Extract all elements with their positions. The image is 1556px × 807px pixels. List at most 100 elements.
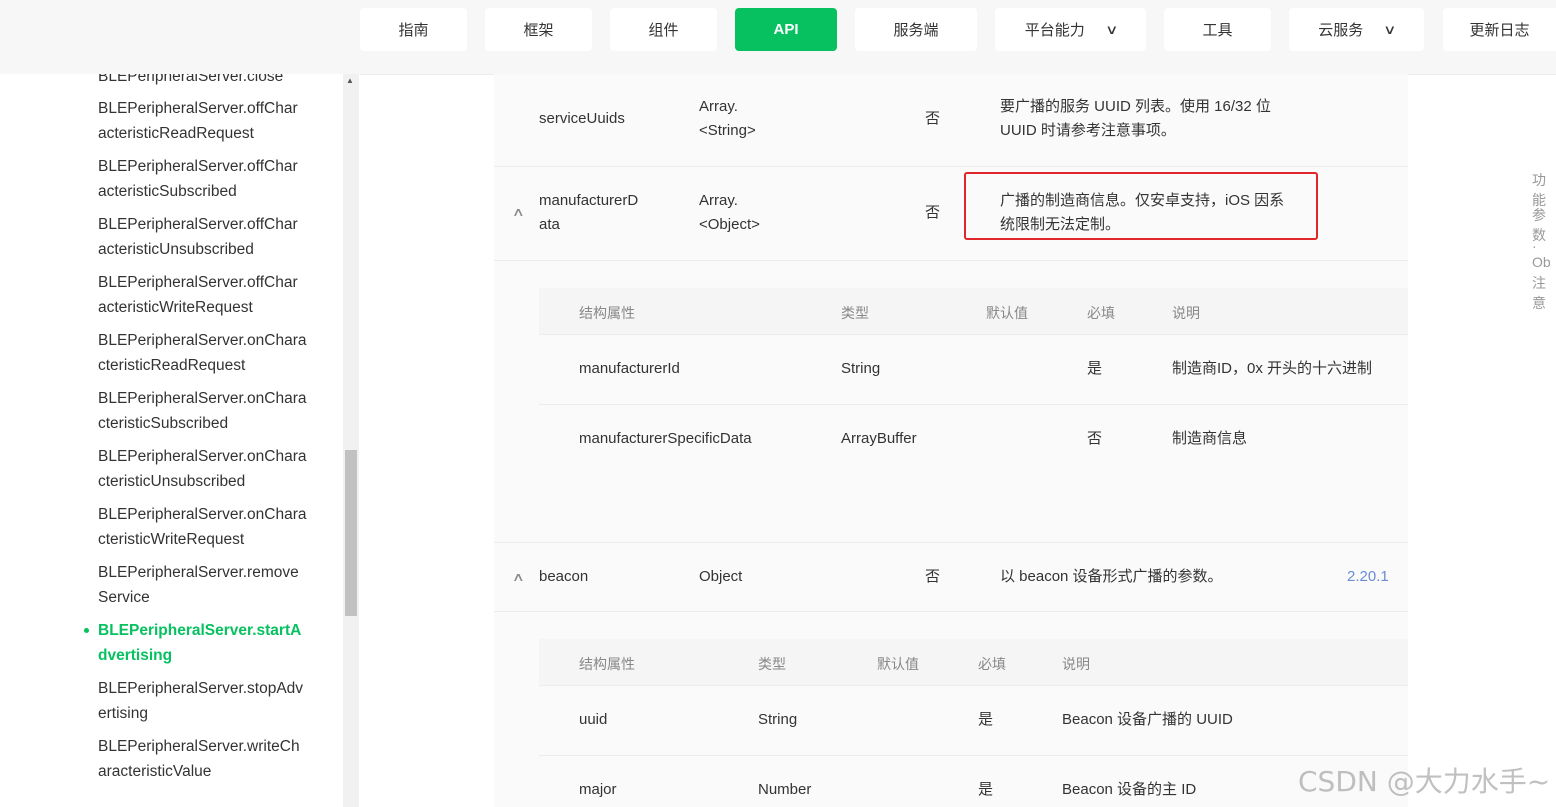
param-required: 否 [925, 110, 941, 127]
sidebar-item-label: cteristicWriteRequest [98, 531, 245, 548]
sub-prop-name: major [579, 781, 617, 798]
sidebar-item-active[interactable]: BLEPeripheralServer.startA dvertising [84, 618, 318, 668]
nav-framework[interactable]: 框架 [485, 8, 592, 51]
sidebar-scrollbar[interactable] [343, 74, 359, 807]
chevron-up-icon[interactable]: ∧ [512, 570, 525, 584]
sub-header-type: 类型 [758, 656, 786, 672]
scroll-up-arrow-icon[interactable]: ▲ [346, 76, 354, 85]
sidebar-item-label: ertising [98, 705, 148, 722]
sidebar-item-label: acteristicUnsubscribed [98, 241, 254, 258]
nav-changelog[interactable]: 更新日志 [1443, 8, 1556, 51]
nav-api[interactable]: API [735, 8, 837, 51]
sub-table-header [539, 639, 1408, 685]
sidebar-item[interactable]: BLEPeripheralServer.writeCh aracteristicV… [98, 734, 318, 784]
row-divider [539, 334, 1408, 335]
sub-prop-required: 是 [1087, 360, 1103, 377]
param-required: 否 [925, 568, 941, 585]
sidebar: BLEPeripheralServer.close BLEPeripheralS… [0, 74, 360, 807]
sidebar-item[interactable]: BLEPeripheralServer.offChar acteristicUns… [98, 212, 318, 262]
param-type: Array. <Object> [699, 189, 760, 237]
sidebar-item[interactable]: BLEPeripheralServer.offChar acteristicSub… [98, 154, 318, 204]
sidebar-item-label: Service [98, 589, 150, 606]
sub-header-default: 默认值 [986, 305, 1028, 321]
sidebar-item-label: cteristicReadRequest [98, 357, 246, 374]
param-name: manufacturerD ata [539, 189, 638, 237]
sidebar-item-label: BLEPeripheralServer.stopAdv [98, 680, 304, 697]
active-dot-icon [84, 628, 89, 633]
param-type-line: <String> [699, 122, 756, 139]
nav-cloud[interactable]: 云服务 ∨ [1289, 8, 1424, 51]
sidebar-item[interactable]: BLEPeripheralServer.remove Service [98, 560, 318, 610]
param-type-line: Array. [699, 98, 738, 115]
row-divider [494, 260, 1408, 261]
chevron-up-icon[interactable]: ∧ [512, 205, 525, 219]
sidebar-item-label: BLEPeripheralServer.startA [98, 622, 302, 639]
sidebar-item-label: dvertising [98, 647, 173, 664]
param-required: 否 [925, 204, 941, 221]
sub-header-prop: 结构属性 [579, 305, 635, 321]
nav-label: API [773, 21, 799, 38]
sub-header-required: 必填 [978, 656, 1006, 672]
param-name: serviceUuids [539, 110, 625, 127]
sidebar-item[interactable]: BLEPeripheralServer.stopAdv ertising [98, 676, 318, 726]
sub-header-desc: 说明 [1172, 305, 1200, 321]
toc-item[interactable]: · Ob [1532, 238, 1556, 270]
nav-label: 指南 [398, 22, 429, 39]
row-divider [494, 542, 1408, 543]
sidebar-scrollbar-thumb[interactable] [345, 450, 357, 616]
sidebar-item[interactable]: BLEPeripheralServer.onChara cteristicRead… [98, 328, 318, 378]
param-desc: 要广播的服务 UUID 列表。使用 16/32 位 UUID 时请参考注意事项。 [1000, 95, 1271, 143]
red-highlight-box [964, 172, 1318, 240]
sub-prop-type: Number [758, 781, 812, 798]
sub-header-prop: 结构属性 [579, 656, 635, 672]
sidebar-item-label: BLEPeripheralServer.offChar [98, 100, 298, 117]
sub-prop-name: manufacturerSpecificData [579, 430, 752, 447]
sidebar-item-label: BLEPeripheralServer.writeCh [98, 738, 300, 755]
param-type-line: Array. [699, 192, 738, 209]
chevron-down-icon: ∨ [1104, 21, 1119, 37]
sidebar-item-label: aracteristicValue [98, 763, 212, 780]
sub-prop-type: String [841, 360, 881, 377]
sidebar-item-label: cteristicUnsubscribed [98, 473, 246, 490]
sidebar-item[interactable]: BLEPeripheralServer.onChara cteristicSubs… [98, 386, 318, 436]
toc-item[interactable]: 功能 [1532, 170, 1556, 210]
sub-header-default: 默认值 [877, 656, 919, 672]
param-desc-line: 要广播的服务 UUID 列表。使用 16/32 位 [1000, 98, 1271, 115]
nav-label: 组件 [648, 22, 679, 39]
row-divider [539, 685, 1408, 686]
param-type-line: <Object> [699, 216, 760, 233]
chevron-down-icon: ∨ [1383, 21, 1397, 37]
sidebar-item[interactable]: BLEPeripheralServer.onChara cteristicWrit… [98, 502, 318, 552]
sidebar-item[interactable]: BLEPeripheralServer.onChara cteristicUnsu… [98, 444, 318, 494]
sub-prop-type: ArrayBuffer [841, 430, 917, 447]
param-type: Array. <String> [699, 95, 756, 143]
nav-label: 框架 [523, 22, 554, 39]
row-divider [539, 755, 1408, 756]
sub-header-type: 类型 [841, 305, 869, 321]
sub-prop-type: String [758, 711, 798, 728]
sidebar-item[interactable]: BLEPeripheralServer.offChar acteristicWri… [98, 270, 318, 320]
sidebar-item-label: BLEPeripheralServer.close [98, 74, 284, 85]
nav-platform[interactable]: 平台能力 ∨ [995, 8, 1146, 51]
param-name: beacon [539, 568, 589, 585]
sidebar-item-label: BLEPeripheralServer.offChar [98, 216, 298, 233]
sidebar-item-close[interactable]: BLEPeripheralServer.close [98, 74, 318, 89]
sub-prop-required: 否 [1087, 430, 1103, 447]
toc-item[interactable]: 注意 [1532, 273, 1556, 313]
nav-label: 更新日志 [1469, 22, 1530, 39]
sidebar-item[interactable]: BLEPeripheralServer.offChar acteristicRea… [98, 96, 318, 146]
sub-prop-name: uuid [579, 711, 608, 728]
sidebar-item-label: BLEPeripheralServer.onChara [98, 448, 307, 465]
sub-prop-name: manufacturerId [579, 360, 680, 377]
row-divider [539, 404, 1408, 405]
nav-components[interactable]: 组件 [610, 8, 717, 51]
nav-guide[interactable]: 指南 [360, 8, 467, 51]
sidebar-item-label: BLEPeripheralServer.remove [98, 564, 299, 581]
sidebar-item-label: acteristicWriteRequest [98, 299, 253, 316]
sidebar-item-label: BLEPeripheralServer.onChara [98, 506, 307, 523]
sub-prop-required: 是 [978, 781, 994, 798]
nav-label: 服务端 [893, 22, 939, 39]
nav-server[interactable]: 服务端 [855, 8, 977, 51]
nav-tools[interactable]: 工具 [1164, 8, 1271, 51]
sub-table-header [539, 288, 1408, 334]
